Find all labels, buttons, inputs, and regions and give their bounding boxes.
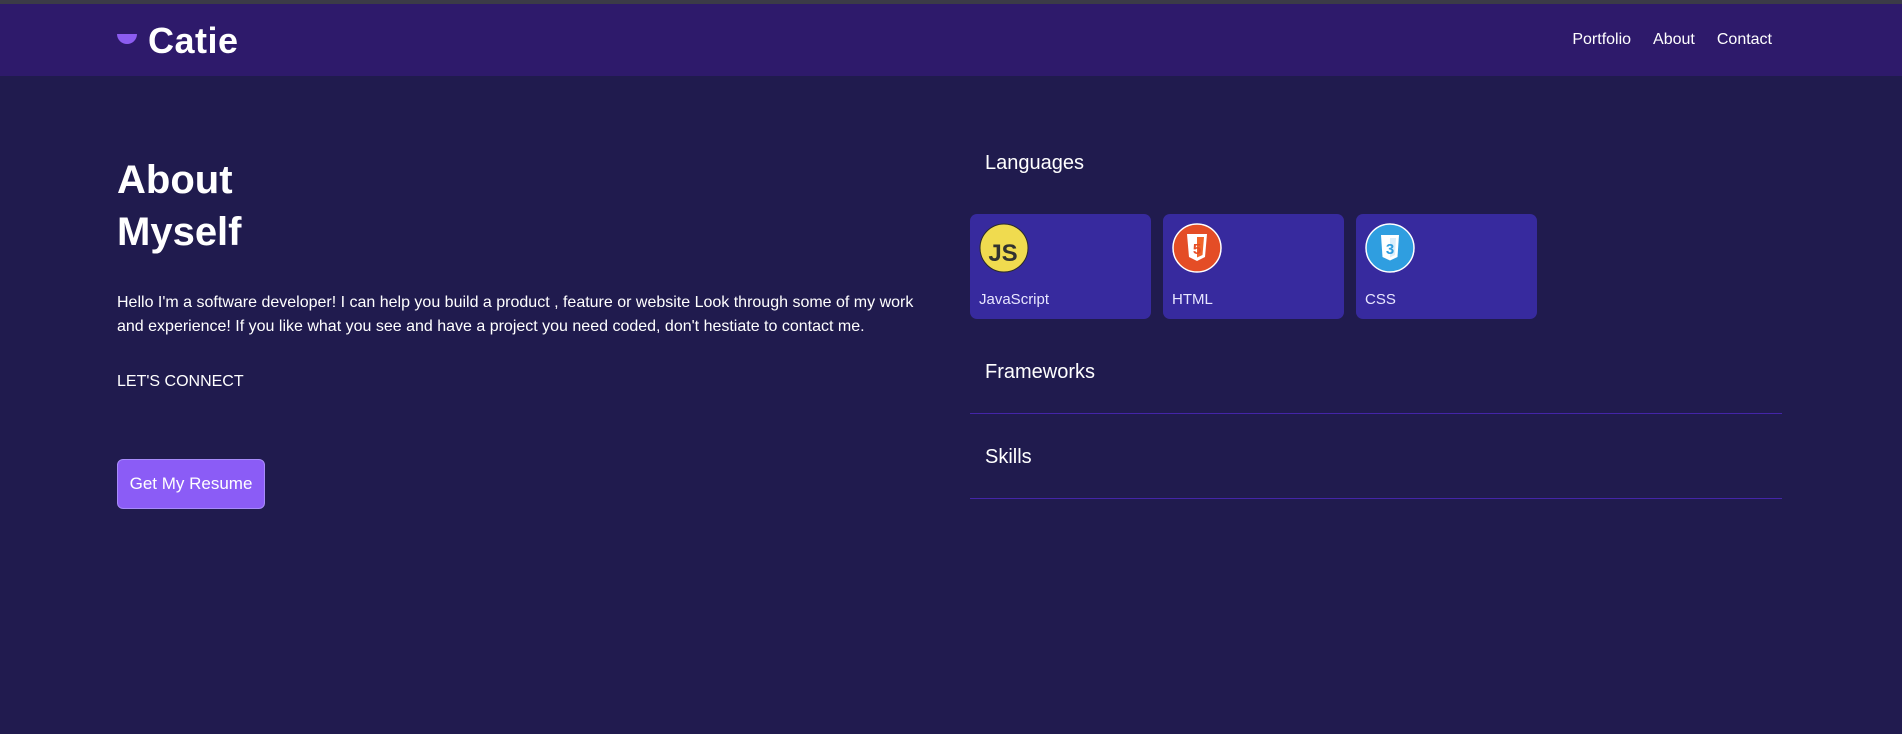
languages-heading: Languages <box>985 152 1084 174</box>
frameworks-divider <box>970 413 1782 414</box>
skills-divider <box>970 498 1782 499</box>
nav-link-about[interactable]: About <box>1653 31 1695 49</box>
svg-text:JS: JS <box>988 240 1017 267</box>
language-card-css[interactable]: 3 CSS <box>1356 214 1537 319</box>
svg-text:5: 5 <box>1193 241 1201 258</box>
title-line-2: Myself <box>117 210 242 254</box>
javascript-icon: JS <box>979 223 1029 273</box>
language-card-javascript[interactable]: JS JavaScript <box>970 214 1151 319</box>
language-label: HTML <box>1172 291 1213 308</box>
site-logo[interactable]: Catie <box>117 20 239 62</box>
languages-cards: JS JavaScript 5 HTML 3 CSS <box>970 214 1549 319</box>
main-nav: Portfolio About Contact <box>1550 31 1772 49</box>
about-heading: About Myself <box>117 154 937 258</box>
language-label: JavaScript <box>979 291 1050 308</box>
nav-link-portfolio[interactable]: Portfolio <box>1572 31 1631 49</box>
logo-mark-icon <box>117 34 137 44</box>
brand-name: Catie <box>148 20 239 61</box>
about-description: Hello I'm a software developer! I can he… <box>117 294 914 335</box>
page-title: About Myself <box>117 154 937 258</box>
site-header: Catie Portfolio About Contact <box>0 4 1902 76</box>
lets-connect-label: LET'S CONNECT <box>117 373 244 390</box>
skills-heading[interactable]: Skills <box>985 446 1032 469</box>
svg-text:3: 3 <box>1386 241 1394 258</box>
language-card-html[interactable]: 5 HTML <box>1163 214 1344 319</box>
title-line-1: About <box>117 158 233 202</box>
html5-icon: 5 <box>1172 223 1222 273</box>
footer-band <box>0 610 1902 734</box>
frameworks-heading[interactable]: Frameworks <box>985 361 1095 384</box>
get-resume-button[interactable]: Get My Resume <box>117 459 265 509</box>
nav-link-contact[interactable]: Contact <box>1717 31 1772 49</box>
css3-icon: 3 <box>1365 223 1415 273</box>
language-label: CSS <box>1365 291 1396 308</box>
